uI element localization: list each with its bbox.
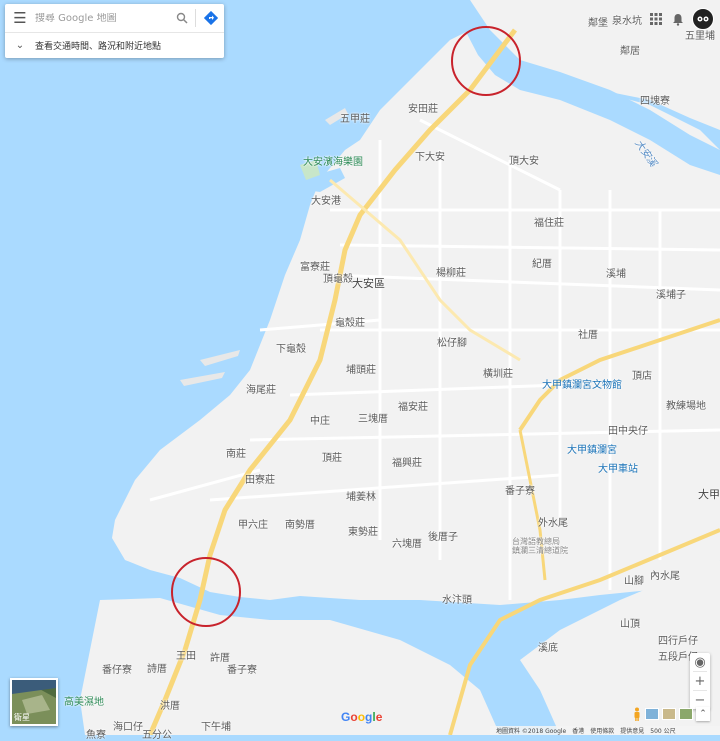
place-label: 福興莊 <box>392 458 422 469</box>
place-label: 洪厝 <box>160 701 180 712</box>
place-label: 番子寮 <box>227 665 257 676</box>
place-label: 溪埔子 <box>656 290 686 301</box>
place-label: 後厝子 <box>428 532 458 543</box>
place-label: 五甲莊 <box>340 114 370 125</box>
imagery-thumbnail[interactable] <box>662 708 676 720</box>
place-label: 溪底 <box>538 643 558 654</box>
menu-icon[interactable]: ☰ <box>5 4 35 32</box>
place-label: 下午埔 <box>201 722 231 733</box>
place-label: 楊柳莊 <box>436 268 466 279</box>
place-label: 南莊 <box>226 449 246 460</box>
place-label: 番子寮 <box>505 486 535 497</box>
place-label: 松仔腳 <box>437 338 467 349</box>
zoom-controls: ◉ + − <box>690 653 710 709</box>
place-label: 大安港 <box>311 196 341 207</box>
place-label: 三塊厝 <box>358 414 388 425</box>
place-label: 田寮莊 <box>245 475 275 486</box>
satellite-layer-toggle[interactable]: 衛星 <box>10 678 58 726</box>
place-label: 番仔寮 <box>102 665 132 676</box>
expand-icon[interactable]: ⌃ <box>696 707 710 721</box>
my-location-icon[interactable]: ◉ <box>690 653 710 671</box>
chevron-down-icon: ⌄ <box>15 40 25 51</box>
park-label: 大安濱海樂園 <box>303 157 363 168</box>
place-label: 鄰堡 <box>588 18 608 29</box>
map-tools: ⌃ <box>632 707 710 721</box>
place-label: 詩厝 <box>147 664 167 675</box>
avatar[interactable] <box>692 8 714 30</box>
place-label: 山腳 <box>624 576 644 587</box>
place-label: 甲六庄 <box>238 520 268 531</box>
zoom-in-button[interactable]: + <box>690 672 710 690</box>
terrain-thumbnail[interactable] <box>645 708 659 720</box>
poi-label[interactable]: 鎮瀾三清總道院 <box>512 545 568 556</box>
search-bar: ☰ <box>5 4 224 33</box>
place-label: 山頂 <box>620 619 640 630</box>
place-label: 埔姜林 <box>346 492 376 503</box>
place-label: 頂龜殼 <box>323 274 353 285</box>
poi-label[interactable]: 大甲鎮瀾宮文物館 <box>542 376 622 391</box>
place-label: 埔頭莊 <box>346 365 376 376</box>
place-label: 六塊厝 <box>392 539 422 550</box>
terms-link[interactable]: 使用條款 <box>590 726 614 735</box>
traffic-label: 查看交通時間、路況和附近地點 <box>35 42 162 52</box>
notifications-icon[interactable] <box>670 11 686 27</box>
search-input[interactable] <box>35 12 171 24</box>
place-label: 王田 <box>176 651 196 662</box>
google-logo: Google <box>341 710 383 724</box>
place-label: 海口仔 <box>113 722 143 733</box>
place-label: 紀厝 <box>532 259 552 270</box>
place-label: 田中央仔 <box>608 426 648 437</box>
park-label[interactable]: 高美濕地 <box>64 693 104 708</box>
place-label: 頂大安 <box>509 156 539 167</box>
divider <box>195 9 196 27</box>
search-panel: ☰ ⌄ 查看交通時間、路況和附近地點 <box>5 4 224 58</box>
place-label: 外水尾 <box>538 518 568 529</box>
place-label: 中庄 <box>310 416 330 427</box>
place-label: 五分公 <box>142 730 172 741</box>
district-label: 大甲 <box>698 488 720 501</box>
place-label: 南勢厝 <box>285 520 315 531</box>
traffic-toggle[interactable]: ⌄ 查看交通時間、路況和附近地點 <box>5 33 224 58</box>
region-link[interactable]: 香港 <box>572 726 584 735</box>
station-label[interactable]: 大甲車站 <box>598 460 638 475</box>
place-label: 福安莊 <box>398 402 428 413</box>
apps-grid-icon[interactable] <box>648 11 664 27</box>
place-label: 社厝 <box>578 330 598 341</box>
place-label: 下大安 <box>415 152 445 163</box>
place-label: 海尾莊 <box>246 385 276 396</box>
place-label: 泉水坑 <box>612 15 642 27</box>
photo-thumbnail[interactable] <box>679 708 693 720</box>
place-label: 水汴頭 <box>442 595 472 606</box>
place-label: 鄰居 <box>620 46 640 57</box>
place-label: 安田莊 <box>408 104 438 115</box>
map-data-text: 地圖資料 ©2018 Google <box>496 728 567 735</box>
attribution-bar: 地圖資料 ©2018 Google 香港 使用條款 提供意見 500 公尺 <box>490 726 720 735</box>
directions-icon[interactable] <box>198 4 224 32</box>
pegman-icon[interactable] <box>632 707 642 721</box>
place-label: 內水尾 <box>650 571 680 582</box>
place-label: 頂莊 <box>322 453 342 464</box>
place-label: 龜殼莊 <box>335 318 365 329</box>
place-label: 四塊寮 <box>640 96 670 107</box>
poi-label[interactable]: 大甲鎮瀾宮 <box>567 441 617 456</box>
place-label: 溪埔 <box>606 269 626 280</box>
place-label: 頂店 <box>632 371 652 382</box>
place-label: 東勢莊 <box>348 527 378 538</box>
satellite-label: 衛星 <box>14 713 30 722</box>
feedback-link[interactable]: 提供意見 <box>620 726 644 735</box>
district-label: 大安區 <box>352 277 385 290</box>
place-label: 魚寮 <box>86 730 106 741</box>
search-icon[interactable] <box>171 4 193 32</box>
place-label: 教練場地 <box>666 401 706 412</box>
place-label: 四行戶仔 <box>658 636 698 647</box>
place-label: 橫圳莊 <box>483 369 513 380</box>
scale-label[interactable]: 500 公尺 <box>650 726 675 735</box>
account-controls: 泉水坑 <box>612 8 714 30</box>
place-label: 福住莊 <box>534 218 564 229</box>
place-label: 下龜殼 <box>276 344 306 355</box>
